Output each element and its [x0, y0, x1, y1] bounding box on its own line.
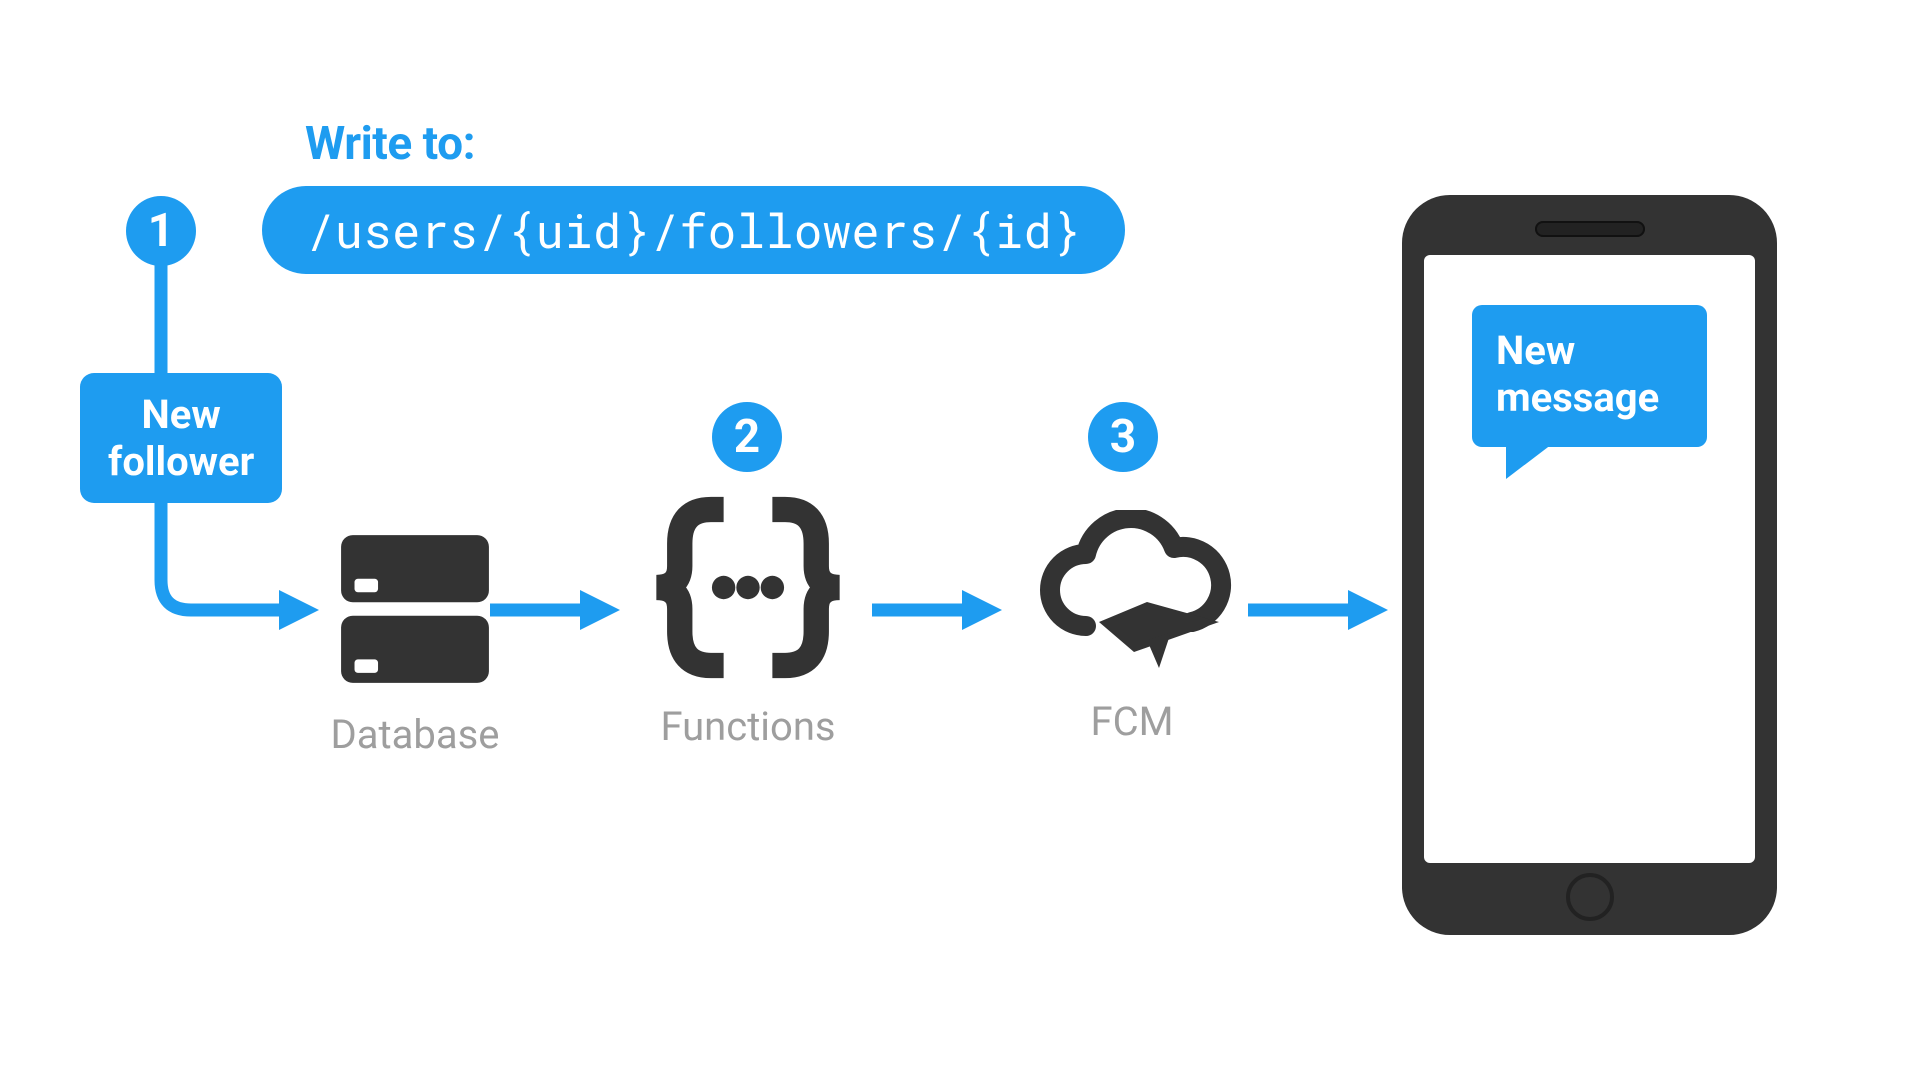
notification-bubble: New message [1472, 305, 1707, 447]
database-node: Database [290, 525, 540, 758]
step-badge-1: 1 [126, 196, 196, 266]
new-follower-line1: New [108, 391, 254, 438]
fcm-icon [1022, 510, 1242, 680]
arrow-fcm-to-phone [1248, 590, 1398, 630]
new-follower-line2: follower [108, 438, 254, 485]
phone-screen: New message [1424, 255, 1755, 863]
database-path-pill: /users/{uid}/followers/{id} [262, 186, 1125, 274]
functions-node: Functions [638, 490, 858, 750]
database-path-text: /users/{uid}/followers/{id} [306, 199, 1081, 261]
step-badge-2: 2 [712, 402, 782, 472]
fcm-label: FCM [1002, 698, 1262, 745]
functions-label: Functions [638, 703, 858, 750]
notification-line2: message [1496, 374, 1683, 421]
phone-device: New message [1402, 195, 1777, 935]
database-label: Database [290, 711, 540, 758]
functions-icon [638, 490, 858, 685]
write-to-label: Write to: [305, 117, 475, 171]
diagram-canvas: Write to: /users/{uid}/followers/{id} 1 … [0, 0, 1920, 1080]
connector-step1-to-chip [153, 264, 173, 384]
database-icon [331, 525, 499, 693]
step-badge-3: 3 [1088, 402, 1158, 472]
phone-speaker [1535, 221, 1645, 237]
notification-line1: New [1496, 327, 1683, 374]
fcm-node: FCM [1002, 510, 1262, 745]
phone-home-button [1566, 873, 1614, 921]
arrow-functions-to-fcm [872, 590, 1012, 630]
